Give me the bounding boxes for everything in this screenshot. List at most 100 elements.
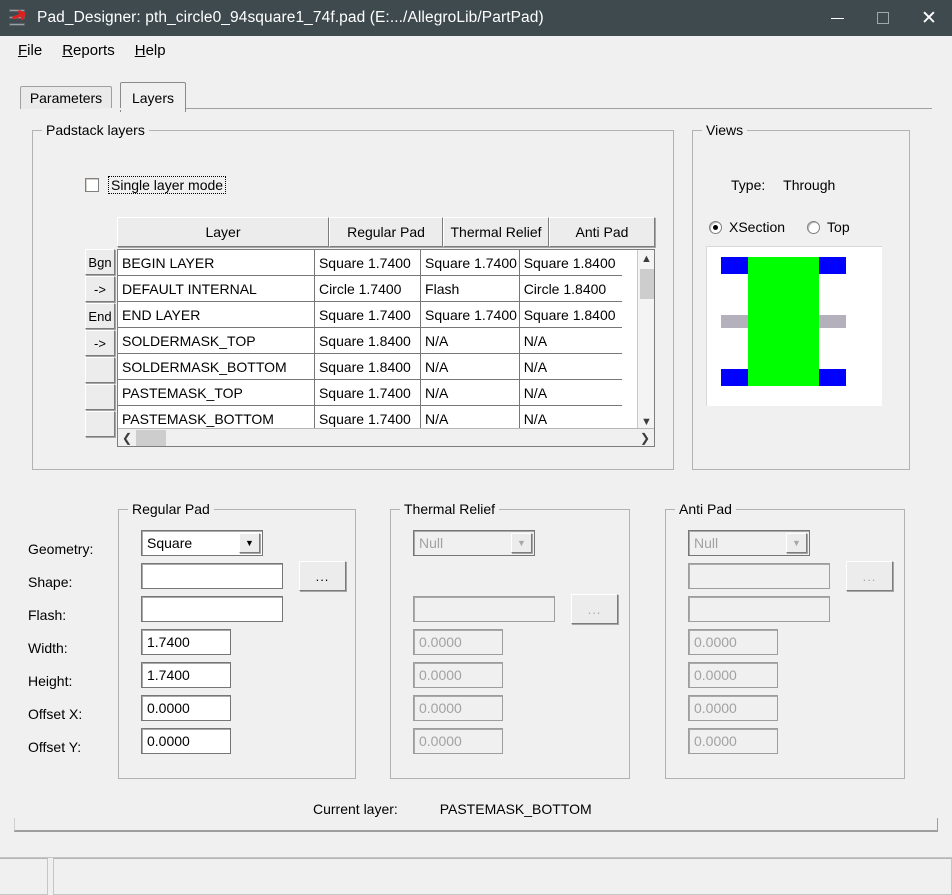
- thermal-relief-offset-y-input: 0.0000: [413, 728, 503, 754]
- cell-thermal[interactable]: N/A: [421, 328, 520, 353]
- drill-barrel: [748, 257, 819, 386]
- cell-layer[interactable]: SOLDERMASK_BOTTOM: [118, 354, 315, 379]
- table-row[interactable]: SOLDERMASK_TOP Square 1.8400 N/A N/A: [118, 328, 622, 354]
- table-row[interactable]: DEFAULT INTERNAL Circle 1.7400 Flash Cir…: [118, 276, 622, 302]
- cell-regular[interactable]: Square 1.7400: [315, 250, 422, 275]
- regular-pad-offset-y-input[interactable]: 0.0000: [141, 728, 231, 754]
- current-layer-value: PASTEMASK_BOTTOM: [439, 801, 592, 817]
- label-geometry: Geometry:: [28, 540, 94, 557]
- row-button-end[interactable]: End: [85, 303, 115, 329]
- cell-anti[interactable]: N/A: [520, 380, 622, 405]
- regular-pad-legend: Regular Pad: [128, 501, 214, 517]
- table-horizontal-scrollbar[interactable]: ❮ ❯: [118, 428, 654, 446]
- radio-top[interactable]: [807, 220, 821, 234]
- label-offset-x: Offset X:: [28, 705, 83, 722]
- maximize-button[interactable]: [860, 0, 906, 36]
- views-group: Views Type: Through XSection Top: [692, 122, 910, 470]
- single-layer-mode-row[interactable]: Single layer mode: [85, 176, 227, 194]
- menu-help[interactable]: Help: [125, 40, 176, 61]
- anti-pad-group: Anti Pad Null ▼ ... 0.0000 0.0000 0.0000…: [665, 501, 905, 779]
- minimize-button[interactable]: [814, 0, 860, 36]
- regular-pad-shape-input[interactable]: [141, 563, 283, 589]
- column-header-anti-pad[interactable]: Anti Pad: [549, 217, 655, 247]
- radio-xsection[interactable]: [709, 220, 722, 234]
- padstack-grid: BEGIN LAYER Square 1.7400 Square 1.7400 …: [117, 249, 655, 447]
- row-button-bgn[interactable]: Bgn: [85, 249, 115, 275]
- table-row[interactable]: PASTEMASK_TOP Square 1.7400 N/A N/A: [118, 380, 622, 406]
- cell-layer[interactable]: SOLDERMASK_TOP: [118, 328, 315, 353]
- pad-bottom-right: [819, 369, 846, 386]
- table-vertical-scrollbar[interactable]: ▲ ▼: [637, 250, 654, 430]
- cell-thermal[interactable]: Flash: [421, 276, 520, 301]
- cell-regular[interactable]: Square 1.8400: [315, 328, 422, 353]
- row-button-arrow-2[interactable]: ->: [85, 330, 115, 356]
- anti-pad-shape-browse-button: ...: [846, 561, 893, 591]
- client-area: Parameters Layers Padstack layers Single…: [0, 64, 952, 835]
- cell-anti[interactable]: N/A: [520, 328, 622, 353]
- cell-anti[interactable]: Square 1.8400: [520, 302, 622, 327]
- regular-pad-width-input[interactable]: 1.7400: [141, 629, 231, 655]
- chevron-left-icon[interactable]: ❮: [118, 429, 136, 447]
- row-button-blank-2[interactable]: [85, 384, 115, 410]
- horizontal-scroll-thumb[interactable]: [136, 429, 166, 446]
- anti-pad-width-input: 0.0000: [688, 629, 778, 655]
- row-button-arrow-1[interactable]: ->: [85, 276, 115, 302]
- chevron-up-icon[interactable]: ▲: [638, 250, 654, 267]
- regular-pad-shape-browse-button[interactable]: ...: [299, 561, 346, 591]
- window-titlebar: ➜ Pad_Designer: pth_circle0_94square1_74…: [0, 0, 952, 36]
- cell-thermal[interactable]: N/A: [421, 354, 520, 379]
- cell-anti[interactable]: Square 1.8400: [520, 250, 622, 275]
- cell-anti[interactable]: N/A: [520, 354, 622, 379]
- cell-thermal[interactable]: Square 1.7400: [421, 302, 520, 327]
- cell-regular[interactable]: Circle 1.7400: [315, 276, 422, 301]
- cell-regular[interactable]: Square 1.7400: [315, 380, 422, 405]
- column-header-thermal-relief[interactable]: Thermal Relief: [443, 217, 549, 247]
- vertical-scroll-thumb[interactable]: [640, 269, 654, 299]
- regular-pad-geometry-select[interactable]: Square ▼: [141, 530, 263, 556]
- views-type-row: Type: Through: [731, 177, 835, 193]
- chevron-right-icon[interactable]: ❯: [636, 429, 654, 447]
- anti-pad-controls: Null ▼ ... 0.0000 0.0000 0.0000 0.0000: [688, 530, 893, 761]
- table-row[interactable]: END LAYER Square 1.7400 Square 1.7400 Sq…: [118, 302, 622, 328]
- anti-pad-flash-input: [688, 596, 830, 622]
- cell-layer[interactable]: PASTEMASK_TOP: [118, 380, 315, 405]
- row-button-blank-3[interactable]: [85, 411, 115, 437]
- thermal-relief-legend: Thermal Relief: [400, 501, 500, 517]
- cell-layer[interactable]: DEFAULT INTERNAL: [118, 276, 315, 301]
- menu-file-label: ile: [27, 41, 43, 59]
- row-button-blank-1[interactable]: [85, 357, 115, 383]
- close-button[interactable]: ✕: [906, 0, 952, 36]
- cell-thermal[interactable]: Square 1.7400: [421, 250, 520, 275]
- menu-reports[interactable]: Reports: [52, 40, 125, 61]
- tab-parameters[interactable]: Parameters: [20, 86, 112, 109]
- regular-pad-geometry-value: Square: [147, 535, 193, 551]
- table-row[interactable]: BEGIN LAYER Square 1.7400 Square 1.7400 …: [118, 250, 622, 276]
- single-layer-mode-label: Single layer mode: [108, 176, 227, 194]
- cell-anti[interactable]: Circle 1.8400: [520, 276, 622, 301]
- regular-pad-height-input[interactable]: 1.7400: [141, 662, 231, 688]
- menu-reports-label: eports: [73, 41, 115, 59]
- cell-thermal[interactable]: N/A: [421, 380, 520, 405]
- cell-layer[interactable]: END LAYER: [118, 302, 315, 327]
- close-icon: ✕: [921, 7, 937, 29]
- single-layer-mode-checkbox[interactable]: [85, 178, 99, 192]
- anti-pad-height-input: 0.0000: [688, 662, 778, 688]
- minimize-icon: [830, 17, 844, 19]
- cell-regular[interactable]: Square 1.8400: [315, 354, 422, 379]
- cell-layer[interactable]: BEGIN LAYER: [118, 250, 315, 275]
- regular-pad-group: Regular Pad Square ▼ ... 1.7400 1.7400 0…: [118, 501, 356, 779]
- column-header-regular-pad[interactable]: Regular Pad: [329, 217, 443, 247]
- tab-parameters-label: Parameters: [29, 90, 103, 106]
- regular-pad-offset-x-input[interactable]: 0.0000: [141, 695, 231, 721]
- menu-file[interactable]: File: [8, 40, 52, 61]
- regular-pad-flash-input[interactable]: [141, 596, 283, 622]
- status-pane-left: [0, 858, 48, 895]
- table-row[interactable]: SOLDERMASK_BOTTOM Square 1.8400 N/A N/A: [118, 354, 622, 380]
- thermal-relief-width-input: 0.0000: [413, 629, 503, 655]
- chevron-down-icon[interactable]: ▼: [239, 533, 260, 553]
- column-header-layer[interactable]: Layer: [117, 217, 329, 247]
- cell-regular[interactable]: Square 1.7400: [315, 302, 422, 327]
- regular-pad-controls: Square ▼ ... 1.7400 1.7400 0.0000 0.0000: [141, 530, 346, 761]
- anti-pad-geometry-select: Null ▼: [688, 530, 810, 556]
- thermal-relief-geometry-value: Null: [419, 535, 444, 551]
